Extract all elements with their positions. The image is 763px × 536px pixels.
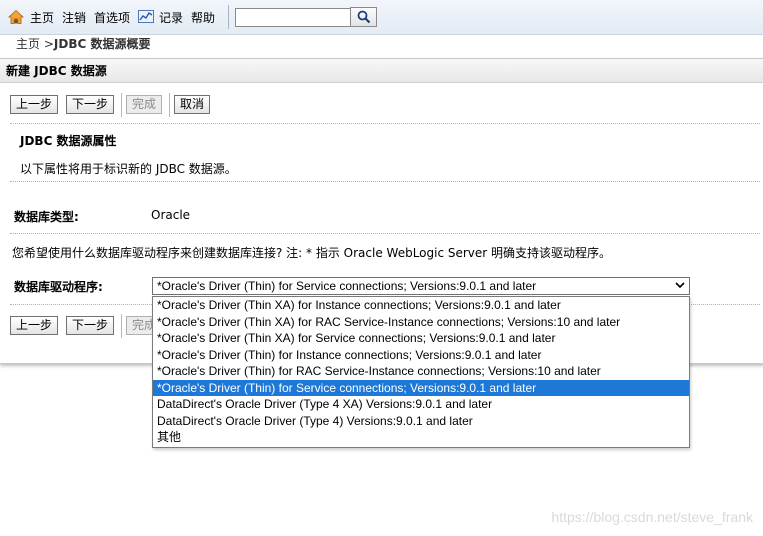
home-icon[interactable]: [8, 9, 24, 25]
button-separator: [121, 314, 122, 338]
next-button[interactable]: 下一步: [66, 95, 115, 114]
section-title: JDBC 数据源属性: [20, 134, 117, 148]
back-button-bottom[interactable]: 上一步: [10, 316, 59, 335]
next-button-bottom[interactable]: 下一步: [66, 316, 115, 335]
driver-option[interactable]: *Oracle's Driver (Thin XA) for RAC Servi…: [153, 314, 689, 331]
divider: [10, 233, 760, 234]
top-toolbar: 主页 注销 首选项 记录 帮助: [0, 0, 763, 35]
breadcrumb-current: JDBC 数据源概要: [53, 37, 151, 51]
divider: [10, 123, 760, 124]
button-separator: [121, 93, 122, 117]
driver-option[interactable]: DataDirect's Oracle Driver (Type 4 XA) V…: [153, 396, 689, 413]
button-separator: [169, 93, 170, 117]
driver-option[interactable]: 其他: [153, 429, 689, 446]
search-button[interactable]: [350, 7, 377, 27]
breadcrumb: 主页 >JDBC 数据源概要: [16, 35, 150, 52]
driver-select-value: *Oracle's Driver (Thin) for Service conn…: [157, 279, 537, 293]
search-input[interactable]: [235, 8, 351, 27]
panel-title: 新建 JDBC 数据源: [0, 59, 763, 83]
breadcrumb-home-link[interactable]: 主页: [16, 37, 40, 51]
driver-option[interactable]: DataDirect's Oracle Driver (Type 4) Vers…: [153, 413, 689, 430]
nav-logout-link[interactable]: 注销: [62, 10, 86, 26]
driver-option[interactable]: *Oracle's Driver (Thin XA) for Instance …: [153, 297, 689, 314]
nav-help-link[interactable]: 帮助: [191, 10, 215, 26]
cancel-button[interactable]: 取消: [174, 95, 211, 114]
nav-home-link[interactable]: 主页: [30, 10, 54, 26]
driver-label: 数据库驱动程序:: [14, 280, 103, 294]
nav-records-link[interactable]: 记录: [159, 10, 183, 26]
db-type-label: 数据库类型:: [14, 210, 79, 224]
driver-option[interactable]: *Oracle's Driver (Thin) for Service conn…: [153, 379, 689, 396]
finish-button[interactable]: 完成: [126, 95, 163, 114]
toolbar-separator: [228, 5, 229, 29]
chevron-down-icon: [675, 282, 685, 289]
section-description: 以下属性将用于标识新的 JDBC 数据源。: [20, 162, 237, 176]
driver-dropdown-list: *Oracle's Driver (Thin XA) for Instance …: [152, 296, 690, 448]
driver-select[interactable]: *Oracle's Driver (Thin) for Service conn…: [152, 277, 690, 295]
search-icon: [357, 10, 371, 24]
breadcrumb-separator: >: [40, 37, 54, 51]
divider: [10, 181, 760, 182]
back-button[interactable]: 上一步: [10, 95, 59, 114]
db-type-value: Oracle: [151, 208, 191, 222]
watermark: https://blog.csdn.net/steve_frank: [551, 509, 753, 525]
driver-option[interactable]: *Oracle's Driver (Thin) for Instance con…: [153, 347, 689, 364]
driver-option[interactable]: *Oracle's Driver (Thin) for RAC Service-…: [153, 363, 689, 380]
driver-question: 您希望使用什么数据库驱动程序来创建数据库连接? 注: * 指示 Oracle W…: [12, 246, 612, 260]
driver-option[interactable]: *Oracle's Driver (Thin XA) for Service c…: [153, 330, 689, 347]
records-icon[interactable]: [138, 9, 154, 25]
nav-preferences-link[interactable]: 首选项: [94, 10, 130, 26]
